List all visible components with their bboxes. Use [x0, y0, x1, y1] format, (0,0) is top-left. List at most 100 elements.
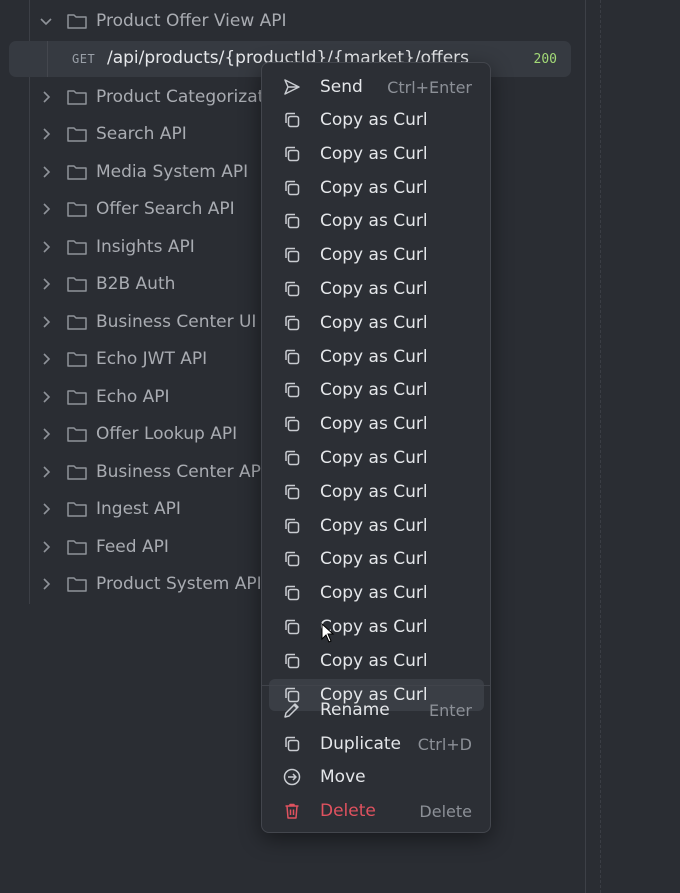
menu-item-label: Copy as Curl	[320, 279, 428, 299]
menu-item-copy-as-curl[interactable]: Copy as Curl	[269, 543, 484, 575]
folder-label: Offer Search API	[96, 199, 235, 219]
folder-icon	[66, 350, 88, 368]
folder-icon	[66, 275, 88, 293]
menu-item-delete[interactable]: Delete Delete	[269, 795, 484, 827]
menu-item-label: Copy as Curl	[320, 583, 428, 604]
menu-item-label: Copy as Curl	[320, 617, 428, 637]
menu-item-copy-as-curl[interactable]: Copy as Curl	[269, 645, 484, 677]
folder-icon	[66, 200, 88, 218]
folder-icon	[66, 163, 88, 181]
menu-item-copy-as-curl[interactable]: Copy as Curl	[269, 138, 484, 170]
folder-icon	[66, 425, 88, 443]
menu-item-copy-as-curl[interactable]: Copy as Curl	[269, 476, 484, 508]
menu-item-label: Copy as Curl	[320, 650, 428, 671]
menu-item-label: Copy as Curl	[320, 448, 428, 468]
menu-item-copy-as-curl[interactable]: Copy as Curl	[269, 374, 484, 406]
menu-item-copy-as-curl[interactable]: Copy as Curl	[269, 307, 484, 339]
folder-row[interactable]: Feed API	[30, 529, 169, 565]
folder-icon	[66, 463, 88, 481]
folder-icon	[66, 238, 88, 256]
menu-item-copy-as-curl[interactable]: Copy as Curl	[269, 341, 484, 373]
folder-label: Offer Lookup API	[96, 424, 238, 444]
menu-item-copy-as-curl[interactable]: Copy as Curl	[269, 205, 484, 237]
status-badge: 200	[533, 52, 557, 67]
copy-icon	[282, 448, 302, 468]
menu-item-label: Rename	[320, 700, 390, 720]
menu-item-duplicate[interactable]: Duplicate Ctrl+D	[269, 728, 484, 760]
folder-row[interactable]: Offer Search API	[30, 191, 235, 227]
menu-item-label: Copy as Curl	[320, 515, 428, 536]
chevron-right-icon	[38, 501, 54, 517]
folder-row[interactable]: B2B Auth	[30, 266, 175, 302]
folder-icon	[66, 500, 88, 518]
menu-item-label: Copy as Curl	[320, 346, 428, 367]
folder-label: Insights API	[96, 237, 195, 257]
menu-item-copy-as-curl[interactable]: Copy as Curl	[269, 172, 484, 204]
chevron-right-icon	[38, 464, 54, 480]
menu-item-label: Copy as Curl	[320, 143, 428, 164]
menu-item-rename[interactable]: Rename Enter	[269, 694, 484, 726]
chevron-right-icon	[38, 314, 54, 330]
folder-row[interactable]: Business Center API	[30, 454, 266, 490]
folder-label: Product Offer View API	[96, 11, 287, 31]
method-badge: GET	[72, 52, 96, 66]
copy-icon	[282, 279, 302, 299]
folder-label: Ingest API	[96, 499, 181, 519]
chevron-down-icon	[38, 13, 54, 29]
chevron-right-icon	[38, 126, 54, 142]
menu-item-copy-as-curl[interactable]: Copy as Curl	[269, 273, 484, 305]
folder-label: Product System API	[96, 574, 262, 594]
menu-item-copy-as-curl[interactable]: Copy as Curl	[269, 577, 484, 609]
panel-guide	[600, 0, 601, 893]
folder-row[interactable]: Business Center UI	[30, 304, 256, 340]
folder-label: Product Categorizati	[96, 87, 269, 107]
menu-item-label: Copy as Curl	[320, 245, 428, 266]
menu-item-copy-as-curl[interactable]: Copy as Curl	[269, 442, 484, 474]
copy-icon	[282, 617, 302, 637]
folder-row[interactable]: Product System API	[30, 566, 262, 602]
chevron-right-icon	[38, 426, 54, 442]
folder-row[interactable]: Echo API	[30, 379, 170, 415]
menu-item-shortcut: Ctrl+D	[417, 734, 472, 754]
panel-divider	[585, 0, 586, 893]
folder-icon	[66, 12, 88, 30]
menu-item-move[interactable]: Move	[269, 761, 484, 793]
mouse-pointer-icon	[321, 623, 335, 643]
menu-item-copy-as-curl[interactable]: Copy as Curl	[269, 104, 484, 136]
folder-icon	[66, 88, 88, 106]
folder-row[interactable]: Ingest API	[30, 491, 181, 527]
folder-row[interactable]: Offer Lookup API	[30, 416, 237, 452]
menu-item-label: Copy as Curl	[320, 110, 428, 130]
copy-icon	[282, 583, 302, 603]
folder-icon	[66, 125, 88, 143]
folder-expanded[interactable]: Product Offer View API	[30, 3, 287, 39]
menu-item-label: Send	[320, 77, 363, 97]
folder-row[interactable]: Product Categorizati	[30, 79, 269, 115]
menu-item-label: Copy as Curl	[320, 380, 428, 401]
folder-label: Echo API	[96, 387, 170, 407]
folder-row[interactable]: Media System API	[30, 154, 248, 190]
copy-icon	[282, 651, 302, 671]
menu-item-copy-as-curl[interactable]: Copy as Curl	[269, 611, 484, 643]
menu-item-shortcut: Delete	[419, 801, 472, 821]
folder-label: Business Center API	[96, 462, 266, 482]
folder-row[interactable]: Insights API	[30, 229, 195, 265]
chevron-right-icon	[38, 351, 54, 367]
folder-icon	[66, 313, 88, 331]
chevron-right-icon	[38, 201, 54, 217]
menu-item-label: Copy as Curl	[320, 177, 428, 198]
folder-row[interactable]: Search API	[30, 116, 187, 152]
pencil-icon	[282, 700, 302, 720]
menu-item-copy-as-curl[interactable]: Copy as Curl	[269, 408, 484, 440]
copy-icon	[282, 380, 302, 400]
copy-icon	[282, 211, 302, 231]
chevron-right-icon	[38, 164, 54, 180]
menu-item-copy-as-curl[interactable]: Copy as Curl	[269, 510, 484, 542]
menu-item-label: Delete	[320, 801, 376, 821]
folder-label: Feed API	[96, 537, 169, 557]
folder-row[interactable]: Echo JWT API	[30, 341, 207, 377]
menu-item-copy-as-curl[interactable]: Copy as Curl	[269, 239, 484, 271]
menu-item-send[interactable]: Send Ctrl+Enter	[269, 71, 484, 103]
chevron-right-icon	[38, 576, 54, 592]
folder-label: Media System API	[96, 162, 249, 182]
